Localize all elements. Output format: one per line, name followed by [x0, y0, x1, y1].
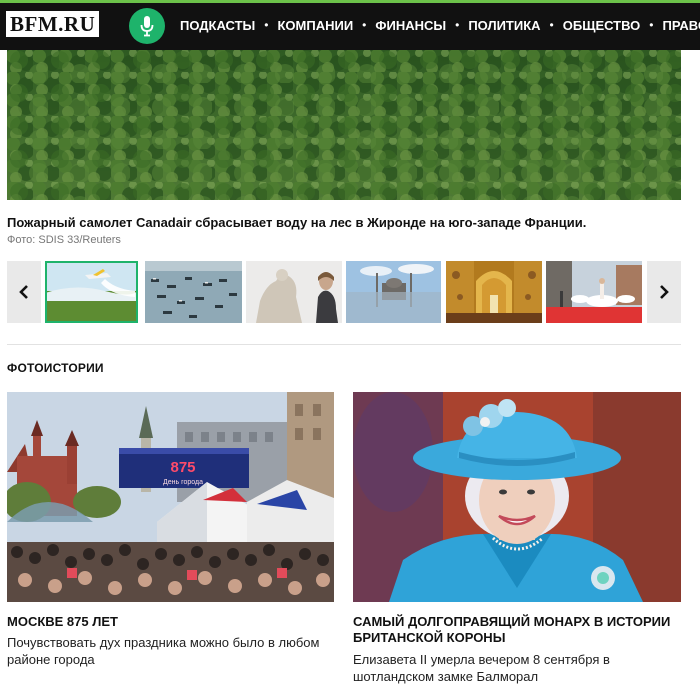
- section-title-photostories: ФОТОИСТОРИИ: [7, 361, 104, 375]
- microphone-button[interactable]: [129, 8, 165, 44]
- thumbnail-image: [45, 261, 138, 323]
- nav-separator: •: [649, 18, 654, 32]
- site-logo[interactable]: BFM.RU: [6, 11, 100, 37]
- chevron-left-icon: [19, 285, 28, 299]
- story-desc-moscow: Почувствовать дух праздника можно было в…: [7, 635, 320, 667]
- sign-875-text: 875: [170, 459, 195, 476]
- nav-item-podcasts[interactable]: ПОДКАСТЫ: [180, 18, 255, 33]
- queen-portrait-photo: [353, 392, 681, 602]
- forest-photo: [7, 50, 681, 200]
- nav-separator: •: [264, 18, 269, 32]
- thumbnail-image: [145, 261, 242, 323]
- nav-item-society[interactable]: ОБЩЕСТВО: [563, 18, 641, 33]
- microphone-icon: [140, 16, 154, 37]
- story-desc-queen: Елизавета II умерла вечером 8 сентября в…: [353, 652, 610, 684]
- thumbnail-image: [546, 261, 642, 323]
- logo-text: BFM.RU: [10, 12, 96, 36]
- top-bar: BFM.RU ПОДКАСТЫ • КОМПАНИИ • ФИНАНСЫ • П…: [0, 0, 700, 50]
- story-title-moscow[interactable]: МОСКВЕ 875 ЛЕТ: [7, 614, 334, 630]
- nav-separator: •: [362, 18, 367, 32]
- thumbnail-boats[interactable]: [145, 261, 242, 323]
- nav-item-companies[interactable]: КОМПАНИИ: [277, 18, 353, 33]
- thumbnail-canadair[interactable]: [45, 261, 138, 323]
- section-divider: [7, 344, 681, 345]
- story-image-moscow[interactable]: 875 День города: [7, 392, 334, 602]
- nav-item-politics[interactable]: ПОЛИТИКА: [468, 18, 540, 33]
- thumbnail-image: [246, 261, 342, 323]
- photo-caption: Пожарный самолет Canadair сбрасывает вод…: [7, 215, 587, 230]
- gallery-main-photo[interactable]: [7, 50, 681, 200]
- nav-separator: •: [549, 18, 554, 32]
- story-title-queen[interactable]: САМЫЙ ДОЛГОПРАВЯЩИЙ МОНАРХ В ИСТОРИИ БРИ…: [353, 614, 681, 646]
- thumbnail-image: [346, 261, 441, 323]
- photo-credit: Фото: SDIS 33/Reuters: [7, 234, 121, 246]
- thumbnail-ballet[interactable]: [546, 261, 642, 323]
- moscow-city-day-photo: 875 День города: [7, 392, 334, 602]
- thumbnail-mosque[interactable]: [346, 261, 441, 323]
- gallery-next-button[interactable]: [647, 261, 681, 323]
- thumbnail-interior[interactable]: [446, 261, 542, 323]
- nav-item-law[interactable]: ПРАВО: [663, 18, 700, 33]
- nav-separator: •: [455, 18, 460, 32]
- thumbnail-image: [446, 261, 542, 323]
- sign-subtitle-text: День города: [163, 479, 203, 486]
- nav-item-finance[interactable]: ФИНАНСЫ: [375, 18, 446, 33]
- main-nav: ПОДКАСТЫ • КОМПАНИИ • ФИНАНСЫ • ПОЛИТИКА…: [180, 0, 700, 50]
- thumbnail-sculpture[interactable]: [246, 261, 342, 323]
- gallery-prev-button[interactable]: [7, 261, 41, 323]
- chevron-right-icon: [660, 285, 669, 299]
- story-image-queen[interactable]: [353, 392, 681, 602]
